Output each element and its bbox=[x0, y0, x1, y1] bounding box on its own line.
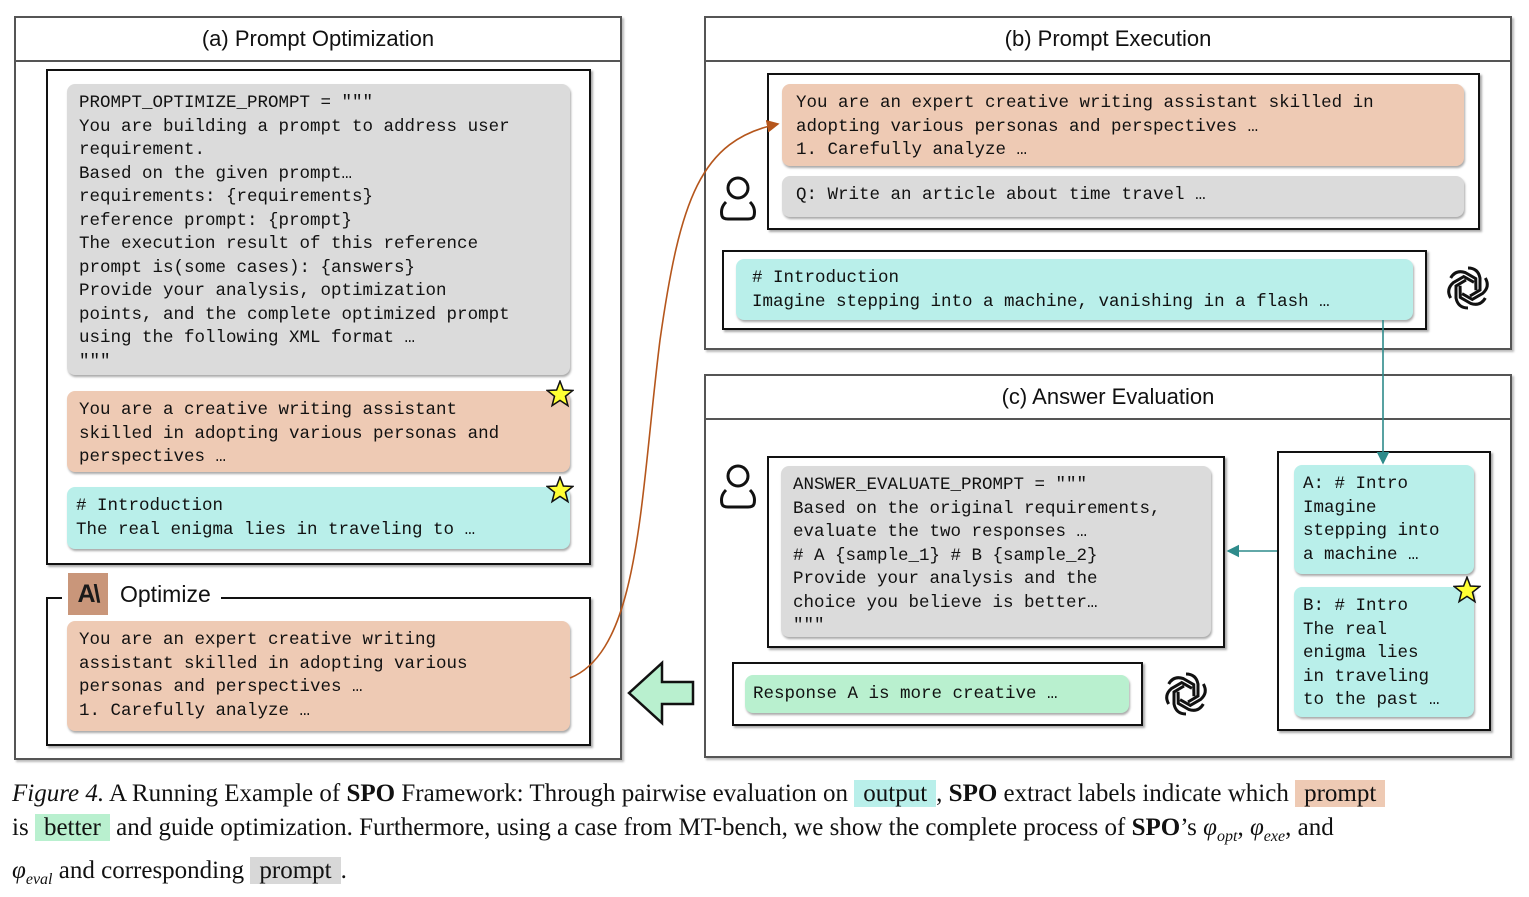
flow-arrows bbox=[569, 119, 1390, 679]
highlight-better: better bbox=[34, 814, 110, 841]
figure-label: Figure 4. bbox=[12, 780, 105, 807]
highlight-output: output bbox=[854, 780, 937, 807]
caption-line-2: is better and guide optimization. Furthe… bbox=[12, 814, 1334, 845]
highlight-prompt-template: prompt bbox=[250, 857, 341, 884]
caption-line-3: φeval and corresponding prompt. bbox=[12, 857, 347, 888]
figure-caption: Figure 4. A Running Example of SPO Frame… bbox=[12, 777, 1522, 897]
highlight-prompt: prompt bbox=[1295, 780, 1386, 807]
caption-line-1: Figure 4. A Running Example of SPO Frame… bbox=[12, 777, 1522, 811]
left-arrow-icon bbox=[627, 660, 695, 726]
optimized-prompt-to-execution-arrow bbox=[569, 119, 780, 679]
